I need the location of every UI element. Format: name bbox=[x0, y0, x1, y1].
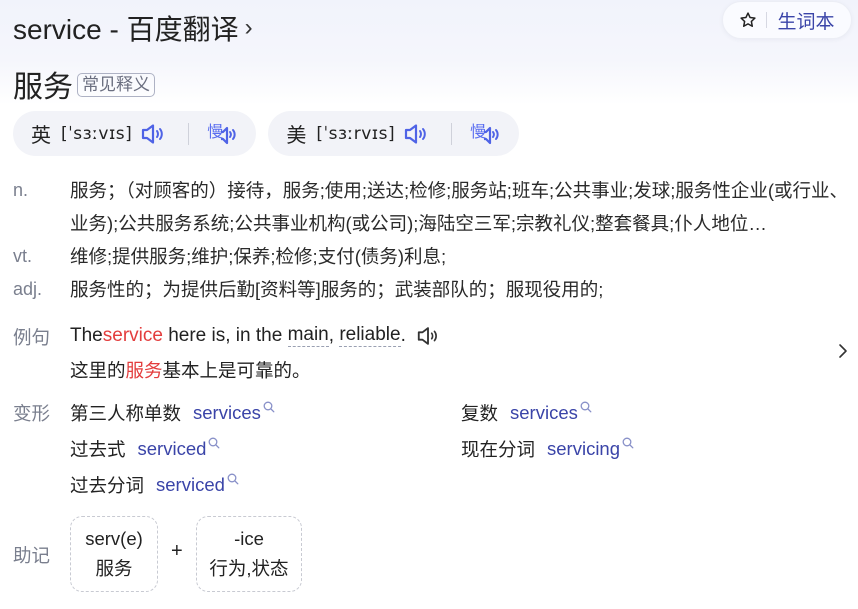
word-form-name: 复数 bbox=[461, 403, 499, 424]
word-form-name: 现在分词 bbox=[461, 439, 536, 460]
speaker-icon[interactable] bbox=[416, 325, 440, 347]
mnemonic-root: -ice bbox=[234, 528, 264, 549]
search-icon[interactable] bbox=[622, 437, 634, 449]
example-en-part: , bbox=[328, 324, 340, 346]
word-form-item: 现在分词 servicing bbox=[461, 436, 634, 462]
example-chinese: 这里的服务基本上是可靠的。 bbox=[70, 357, 311, 383]
phonetics-row: 英 [ˈsɜːvɪs] 慢 美 [ˈsɜːrvɪs] 慢 bbox=[13, 111, 520, 156]
search-icon[interactable] bbox=[263, 401, 275, 413]
definition-row: adj. 服务性的；为提供后勤[资料等]服务的；武装部队的；服现役用的; bbox=[13, 273, 853, 306]
word-form-name: 第三人称单数 bbox=[70, 403, 182, 424]
slow-speaker-icon bbox=[484, 126, 499, 144]
search-icon[interactable] bbox=[208, 437, 220, 449]
vocab-book-label: 生词本 bbox=[777, 11, 835, 33]
example-keyword: service bbox=[102, 324, 163, 346]
example-zh-part: 基本上是可靠的。 bbox=[162, 360, 311, 381]
phonetic-region: 美 bbox=[286, 125, 307, 147]
page-title: service - 百度翻译 bbox=[13, 14, 239, 45]
mnemonic-joiner: + bbox=[171, 540, 183, 562]
definition-text: 维修;提供服务;维护;保养;检修;支付(债务)利息; bbox=[70, 246, 447, 267]
word-form-link[interactable]: services bbox=[193, 402, 261, 424]
example-lookup-word[interactable]: main bbox=[287, 324, 329, 347]
definition-row: n. 服务；（对顾客的）接待，服务;使用;送达;检修;服务站;班车;公共事业;发… bbox=[13, 174, 853, 240]
vocab-book-button[interactable]: 生词本 bbox=[722, 1, 852, 39]
definition-row: vt. 维修;提供服务;维护;保养;检修;支付(债务)利息; bbox=[13, 240, 853, 273]
chevron-right-icon[interactable] bbox=[836, 342, 850, 360]
divider bbox=[451, 122, 453, 145]
part-of-speech: vt. bbox=[13, 246, 33, 266]
mnemonic-part: serv(e) 服务 bbox=[70, 516, 158, 592]
part-of-speech: adj. bbox=[13, 279, 43, 299]
divider bbox=[766, 12, 768, 28]
main-meaning: 服务 常见释义 bbox=[13, 62, 155, 106]
word-form-link[interactable]: services bbox=[510, 402, 578, 424]
part-of-speech: n. bbox=[13, 180, 29, 200]
page-title-link[interactable]: service - 百度翻译 › bbox=[13, 8, 253, 48]
common-meaning-tag: 常见释义 bbox=[77, 73, 155, 97]
example-english: The service here is, in the main , relia… bbox=[70, 324, 440, 347]
word-form-link[interactable]: serviced bbox=[138, 438, 207, 460]
mnemonic-meaning: 服务 bbox=[95, 558, 133, 579]
word-form-item: 复数 services bbox=[461, 400, 592, 426]
speaker-icon[interactable] bbox=[403, 123, 429, 145]
word-form-item: 第三人称单数 services bbox=[70, 400, 275, 426]
mnemonic-meaning: 行为,状态 bbox=[209, 558, 289, 579]
phonetic-ipa: [ˈsɜːvɪs] bbox=[61, 123, 133, 144]
speaker-icon[interactable] bbox=[140, 123, 166, 145]
example-en-part: The bbox=[70, 324, 103, 346]
word-form-link[interactable]: serviced bbox=[156, 474, 225, 496]
phonetic-uk: 英 [ˈsɜːvɪs] 慢 bbox=[13, 111, 257, 156]
search-icon[interactable] bbox=[227, 473, 239, 485]
word-form-item: 过去分词 serviced bbox=[70, 472, 239, 498]
slow-speaker-button[interactable]: 慢 bbox=[470, 123, 501, 145]
slow-speaker-button[interactable]: 慢 bbox=[207, 123, 238, 145]
search-icon[interactable] bbox=[580, 401, 592, 413]
word-form-item: 过去式 serviced bbox=[70, 436, 220, 462]
definition-text: 服务性的；为提供后勤[资料等]服务的；武装部队的；服现役用的; bbox=[70, 279, 604, 300]
example-zh-keyword: 服务 bbox=[125, 360, 163, 381]
definition-text: 服务；（对顾客的）接待，服务;使用;送达;检修;服务站;班车;公共事业;发球;服… bbox=[70, 180, 849, 234]
divider bbox=[188, 122, 190, 145]
definitions-list: n. 服务；（对顾客的）接待，服务;使用;送达;检修;服务站;班车;公共事业;发… bbox=[13, 174, 853, 306]
slow-speaker-icon bbox=[221, 126, 236, 144]
mnemonic-label: 助记 bbox=[13, 545, 51, 566]
example-zh-part: 这里的 bbox=[70, 360, 126, 381]
phonetic-us: 美 [ˈsɜːrvɪs] 慢 bbox=[268, 111, 520, 156]
mnemonic-part: -ice 行为,状态 bbox=[196, 516, 302, 592]
example-label: 例句 bbox=[13, 327, 51, 348]
mnemonic-root: serv(e) bbox=[85, 528, 143, 549]
example-en-part: . bbox=[400, 324, 406, 346]
chevron-right-icon: › bbox=[244, 14, 253, 41]
example-en-part: here is, in the bbox=[162, 324, 288, 346]
phonetic-ipa: [ˈsɜːrvɪs] bbox=[316, 123, 396, 144]
word-form-link[interactable]: servicing bbox=[547, 438, 620, 460]
phonetic-region: 英 bbox=[31, 125, 51, 147]
word-form-name: 过去分词 bbox=[70, 475, 145, 496]
word-forms-label: 变形 bbox=[13, 403, 51, 424]
example-lookup-word[interactable]: reliable bbox=[339, 324, 401, 347]
word-form-name: 过去式 bbox=[70, 439, 126, 460]
main-meaning-word: 服务 bbox=[13, 71, 73, 104]
star-icon bbox=[740, 12, 757, 27]
